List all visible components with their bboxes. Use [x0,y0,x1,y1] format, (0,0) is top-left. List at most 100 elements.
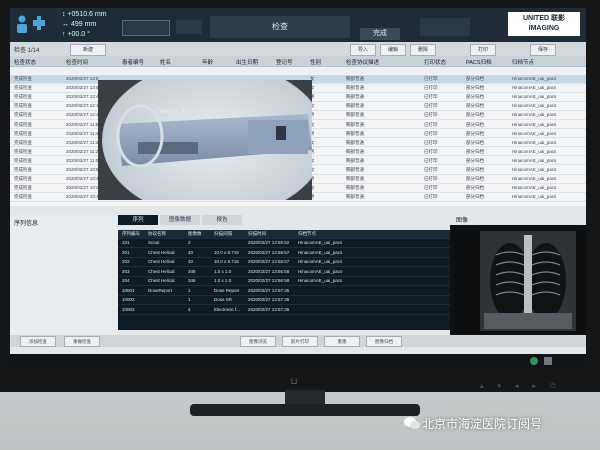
series-cell: Dose Report [214,287,240,293]
col-status[interactable]: 检查状态 [14,58,36,66]
series-cell: HinacomAE_uai_pacs [298,268,343,274]
col-name[interactable]: 姓名 [160,58,171,66]
series-cell: 2 [188,240,191,245]
filter-row[interactable] [10,66,586,74]
col-protocol[interactable]: 检查协议描述 [346,58,379,66]
cell-pacs: 部分归档 [466,157,484,163]
image-viewer[interactable] [450,225,586,337]
cell-print: 已打印 [424,103,438,109]
cell-node: HinacomAE_uai_pacs [512,194,557,200]
series-header-cell[interactable]: 扫描间隔 [214,230,232,238]
cell-time: 2020/02/27 12:1 [66,112,99,118]
readout-horizontal: ↔ 499 mm [62,21,97,28]
patient-icon [14,14,30,34]
series-cell: 201 [122,249,130,255]
finish-button[interactable]: 完成 [360,28,400,40]
cell-print: 已打印 [424,112,438,118]
camera-image [98,80,312,200]
cell-pacs: 部分归档 [466,112,484,118]
col-age[interactable]: 年龄 [202,58,213,66]
toolbar-button-6[interactable]: 保存 [530,44,556,56]
cell-status: 完成检查 [14,85,32,91]
series-row[interactable]: 201 Chest Helical 40 10.0 x 8.718 2020/02/27… [118,249,478,258]
cell-node: HinacomAE_uai_pacs [512,121,557,127]
add-exam-button[interactable]: 添加检查 [20,336,56,347]
monitor-stand-base [190,404,420,416]
cell-time: 2020/02/27 13:5 [66,85,99,91]
scanner-icon [32,16,46,30]
toolbar-button-2[interactable]: 导入 [350,44,376,56]
series-header-cell[interactable]: 序列编号 [122,230,140,238]
cell-pacs: 部分归档 [466,94,484,100]
redo-exam-button[interactable]: 重做检查 [64,336,100,347]
mode-select[interactable] [122,20,170,36]
series-cell: 1.0 x 1.0 [214,268,232,274]
col-patient-id[interactable]: 患者编号 [122,58,144,66]
col-pacs[interactable]: PACS归档 [466,58,492,66]
action-bar: 添加检查 重做检查 图像浏览 胶片打印 重建 图像归档 [10,335,586,347]
col-birth[interactable]: 出生日期 [236,58,258,66]
col-print[interactable]: 打印状态 [424,58,446,66]
toolbar-button-3[interactable]: 编辑 [380,44,406,56]
tab-examination[interactable]: 检查 [210,16,350,38]
series-row[interactable]: 202 Chest Helical 40 10.0 x 8.718 2020/02/27… [118,258,478,267]
cell-node: HinacomAE_uai_pacs [512,185,557,191]
col-reg[interactable]: 登记号 [276,58,293,66]
series-cell: 1.0 x 1.0 [214,278,232,283]
cell-time: 2020/02/27 11:3 [66,139,99,145]
series-row[interactable]: 10001 DoseReport 1 Dose Report 2020/02/27 13… [118,287,478,296]
series-row[interactable]: 10002 1 Dose SR 2020/02/27 13:57:35 [118,296,478,305]
series-row[interactable]: 10003 4 Electronic f... 2020/02/27 13:57:35 [118,306,478,315]
series-cell: 10003 [122,306,135,312]
tab-image-data[interactable]: 图像数据 [160,215,200,225]
series-cell: Chest Helical [148,268,175,274]
cell-node: HinacomAE_uai_pacs [512,176,557,182]
cell-proto: 胸部普通 [346,76,364,81]
toolbar-button-5[interactable]: 打印 [470,44,496,56]
series-cell: 40 [188,259,194,264]
reconstruct-button[interactable]: 重建 [324,336,360,347]
cell-print: 已打印 [424,185,438,191]
col-time[interactable]: 检查时间 [66,58,88,66]
series-table: 序列编号 协议名称 图像数 扫描间隔 扫描时间 归档节点 101 Scout 2 2020/02/… [118,230,478,330]
cell-status: 完成检查 [14,121,32,127]
sync-button[interactable] [176,20,202,34]
series-row[interactable]: 204 Chest Helical 346 1.0 x 1.0 2020/02/27 1… [118,277,478,286]
cell-pacs: 部分归档 [466,85,484,91]
monitor-logo: ⊔ [290,376,298,386]
series-cell: 202 [122,259,130,264]
tab-report[interactable]: 报告 [202,215,242,225]
series-cell: 2020/02/27 13:57:35 [248,297,290,302]
cell-status: 完成检查 [14,76,32,81]
network-icon [544,357,552,365]
series-cell: 40 [188,249,194,255]
film-print-button[interactable]: 胶片打印 [282,336,318,347]
series-cell: 10001 [122,287,135,293]
col-sex[interactable]: 性别 [310,58,321,66]
cell-time: 2020/02/27 10:2 [66,185,99,191]
toolbar-button-1[interactable]: 新建 [70,44,106,56]
series-header-cell[interactable]: 协议名称 [148,230,166,238]
series-cell: 1 [188,297,191,302]
image-browse-button[interactable]: 图像浏览 [240,336,276,347]
readout-angle: ↑ +00.0 ° [62,31,90,38]
image-archive-button[interactable]: 图像归档 [366,336,402,347]
chest-xray-image [450,225,586,337]
series-header-cell[interactable]: 扫描时间 [248,230,266,238]
series-header-cell[interactable]: 图像数 [188,230,202,238]
series-row[interactable]: 101 Scout 2 2020/02/27 13:55:52 HinacomAE_ua… [118,239,478,248]
taskbar [10,354,586,368]
cell-pacs: 部分归档 [466,176,484,182]
cell-proto: 胸部普通 [346,185,364,191]
cell-status: 完成检查 [14,130,32,136]
tab-series[interactable]: 序列 [118,215,158,225]
cell-node: HinacomAE_uai_pacs [512,112,557,118]
col-node[interactable]: 归档节点 [512,58,534,66]
series-header-cell[interactable]: 归档节点 [298,230,316,238]
image-title: 图像 [456,218,469,224]
series-row[interactable]: 203 Chest Helical 346 1.0 x 1.0 2020/02/27 1… [118,268,478,277]
cell-proto: 胸部普通 [346,121,364,127]
toolbar-button-4[interactable]: 删除 [410,44,436,56]
series-cell: 1 [188,287,191,293]
wechat-icon [404,416,420,430]
